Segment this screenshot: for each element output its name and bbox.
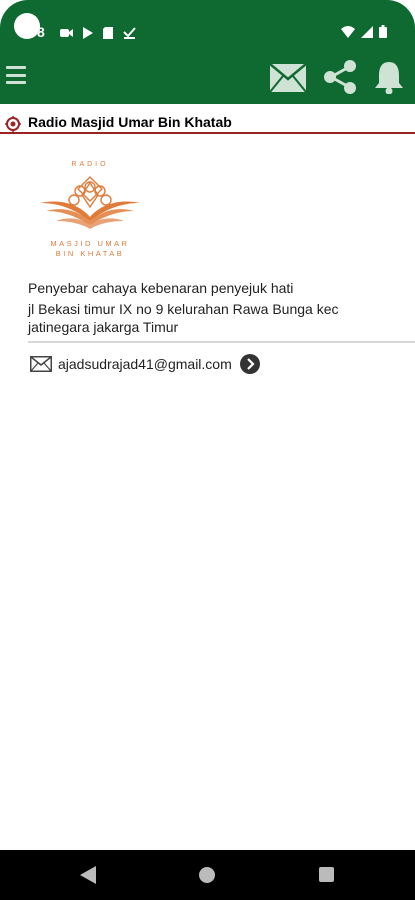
home-icon[interactable] [199,867,215,883]
battery-icon [379,25,387,43]
sim-card-icon [102,26,115,39]
recent-apps-icon[interactable] [319,867,334,882]
mail-icon[interactable] [269,63,307,93]
logo-line1: MASJID UMAR [50,239,129,248]
station-tagline: Penyebar cahaya kebenaran penyejuk hati [28,280,294,296]
logo-line2: BIN KHATAB [56,249,124,258]
status-bar: 8 [0,0,415,42]
envelope-icon [30,356,52,372]
bell-icon[interactable] [374,60,404,95]
station-header: Radio Masjid Umar Bin Khatab [0,108,415,134]
share-icon[interactable] [323,60,357,94]
menu-icon[interactable] [6,66,26,84]
email-address-link[interactable]: ajadsudrajad41@gmail.com [58,356,232,372]
download-done-icon [123,26,136,39]
logo-graphic: RADIO MASJID UMAR BIN KHATAB [40,161,140,258]
station-logo: RADIO MASJID UMAR BIN KHATAB [32,155,148,263]
status-time: 8 [37,24,45,40]
system-icons [341,25,387,43]
system-nav-bar [0,850,415,900]
station-address: jl Bekasi timur IX no 9 kelurahan Rawa B… [28,301,339,335]
radio-target-icon [5,116,21,132]
wifi-icon [341,25,355,43]
chevron-right-icon[interactable] [239,354,260,374]
signal-icon [361,25,373,43]
station-name: Radio Masjid Umar Bin Khatab [28,114,232,130]
notification-icons [60,26,136,39]
video-icon [60,26,73,38]
logo-top-text: RADIO [71,161,108,168]
email-row[interactable]: ajadsudrajad41@gmail.com [30,354,260,374]
back-icon[interactable] [80,866,96,884]
app-bar [0,42,415,104]
play-icon [81,26,94,39]
divider [28,341,415,343]
